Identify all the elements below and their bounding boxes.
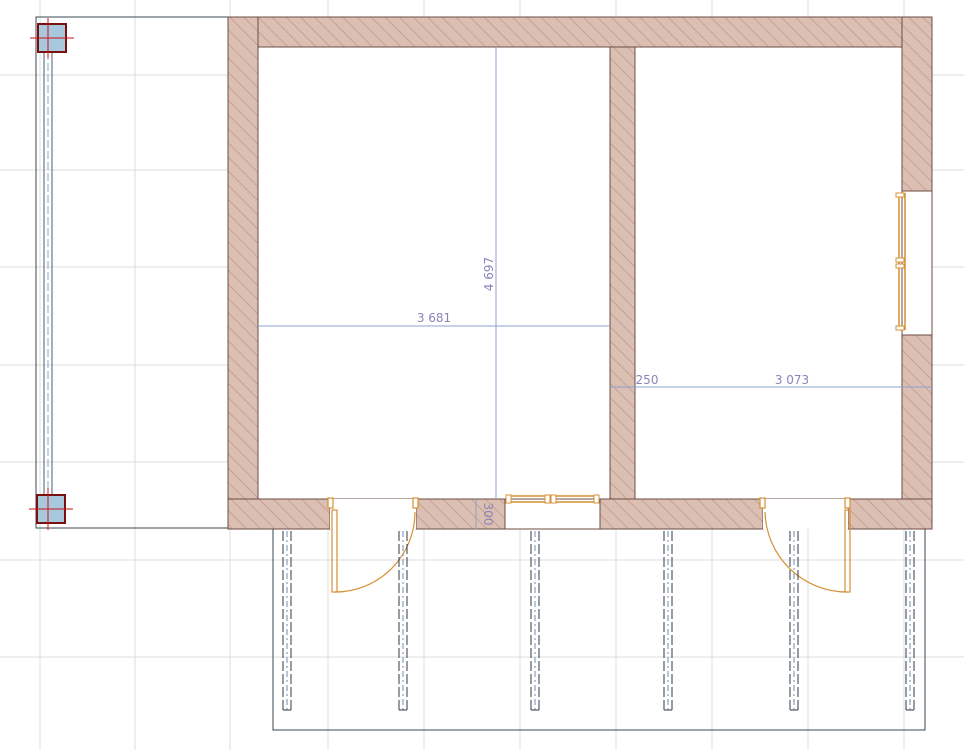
terrace-post bbox=[905, 531, 915, 711]
rooms bbox=[257, 46, 903, 500]
column-top bbox=[30, 18, 74, 58]
left-veranda bbox=[35, 16, 229, 529]
window-bottom bbox=[504, 494, 601, 530]
terrace-post bbox=[530, 531, 540, 711]
room-left bbox=[257, 46, 611, 500]
terrace-posts bbox=[282, 531, 915, 711]
door-right bbox=[759, 497, 851, 593]
terrace-post bbox=[282, 531, 292, 711]
terrace-post bbox=[663, 531, 673, 711]
dim-room-height: 4 697 bbox=[482, 257, 496, 291]
floor-plan-canvas: 3 681 4 697 250 3 073 300 bbox=[0, 0, 964, 750]
wall-bottom-seg3 bbox=[599, 498, 764, 530]
front-terrace bbox=[272, 529, 926, 731]
wall-bottom-seg1 bbox=[227, 498, 331, 530]
room-right bbox=[634, 46, 903, 500]
wall-left bbox=[227, 16, 259, 530]
wall-right-upper bbox=[901, 16, 933, 192]
wall-bottom-seg4 bbox=[847, 498, 933, 530]
dim-wall-thickness: 250 bbox=[636, 373, 659, 387]
wall-top bbox=[227, 16, 933, 49]
wall-partition bbox=[609, 46, 636, 530]
terrace-outline bbox=[272, 529, 926, 731]
dim-room-width-right: 3 073 bbox=[775, 373, 809, 387]
door-left bbox=[327, 497, 419, 593]
veranda-outline bbox=[35, 16, 229, 529]
terrace-post bbox=[789, 531, 799, 711]
dim-room-width-left: 3 681 bbox=[417, 311, 451, 325]
dim-opening-depth: 300 bbox=[481, 503, 495, 526]
